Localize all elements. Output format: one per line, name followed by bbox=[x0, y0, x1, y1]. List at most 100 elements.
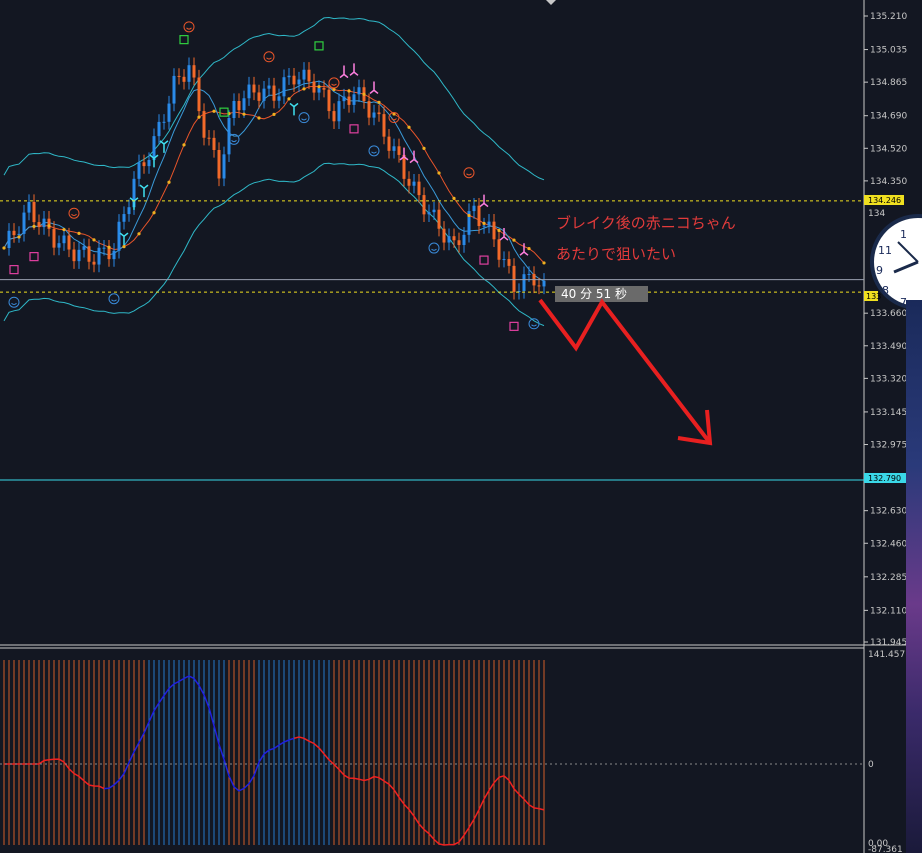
candle-body bbox=[457, 240, 461, 246]
candle-body bbox=[497, 239, 501, 260]
candle-body bbox=[252, 84, 256, 93]
candle-body bbox=[222, 154, 226, 179]
smiley-mouth bbox=[111, 299, 117, 302]
green-square-icon bbox=[179, 35, 189, 45]
candle-body bbox=[322, 88, 326, 90]
smiley-mouth bbox=[231, 139, 237, 143]
ma-dot bbox=[437, 171, 441, 175]
candle-body bbox=[127, 207, 131, 215]
candle-body bbox=[57, 243, 61, 248]
candle-body bbox=[52, 228, 56, 248]
arrow-up-icon bbox=[139, 184, 149, 198]
scroll-caret-icon[interactable] bbox=[546, 0, 556, 5]
candle-body bbox=[142, 162, 146, 167]
candle-body bbox=[262, 88, 266, 101]
candle-body bbox=[162, 121, 166, 123]
candle-body bbox=[177, 75, 181, 77]
red-smiley-icon bbox=[263, 51, 275, 63]
candle-body bbox=[367, 101, 371, 118]
candle-body bbox=[22, 212, 26, 234]
candle-body bbox=[17, 233, 21, 236]
price-axis-label: 134.690 bbox=[870, 112, 907, 122]
candle-body bbox=[372, 112, 376, 118]
arrow-up-icon bbox=[119, 232, 129, 246]
candle-body bbox=[187, 65, 191, 82]
candle-body bbox=[107, 247, 111, 260]
candle-body bbox=[82, 246, 86, 250]
smiley-mouth bbox=[531, 324, 537, 327]
countdown-text: 40 分 51 秒 bbox=[561, 287, 627, 301]
candle-body bbox=[37, 222, 41, 228]
red-smiley-icon bbox=[463, 167, 475, 179]
candle-body bbox=[342, 96, 346, 102]
ma-dot bbox=[497, 228, 501, 233]
pink-square-icon bbox=[349, 124, 359, 134]
annotation-line-2: あたりで狙いたい bbox=[556, 245, 676, 263]
ma-dot bbox=[302, 87, 306, 91]
arrow-down-icon bbox=[369, 81, 379, 95]
ma-dot bbox=[47, 224, 51, 228]
candle-body bbox=[67, 235, 71, 250]
support-price-tag: 132.790 bbox=[864, 473, 906, 483]
ma-dot bbox=[512, 238, 516, 242]
candle-body bbox=[202, 111, 206, 138]
projection-arrow[interactable] bbox=[538, 298, 713, 446]
blue-smiley-icon bbox=[108, 293, 120, 305]
candle-body bbox=[452, 236, 456, 241]
current-price-tag-text: 134.246 bbox=[868, 196, 901, 205]
support-price-tag-text: 132.790 bbox=[868, 474, 901, 483]
candle-body bbox=[297, 79, 301, 85]
svg-text:1: 1 bbox=[900, 228, 907, 241]
candle-body bbox=[257, 92, 261, 101]
trading-chart[interactable]: 135.210 135.035 134.865 134.690 134.520 134.3… bbox=[0, 0, 922, 853]
svg-text:11: 11 bbox=[878, 244, 892, 257]
candle-body bbox=[392, 146, 396, 151]
ma-dot bbox=[197, 115, 201, 119]
candle-body bbox=[117, 221, 121, 251]
ma-dot bbox=[212, 109, 216, 113]
price-axis-label: 133.490 bbox=[870, 342, 907, 352]
price-axis-label: 132.110 bbox=[870, 606, 907, 616]
ma-dot bbox=[152, 211, 156, 215]
candle-body bbox=[247, 84, 251, 99]
smiley-mouth bbox=[431, 248, 437, 251]
ma-dot bbox=[272, 112, 276, 116]
candle-body bbox=[347, 96, 351, 105]
ma-dot bbox=[362, 92, 366, 96]
candle-body bbox=[102, 247, 106, 249]
candle-body bbox=[512, 265, 516, 292]
candle-body bbox=[182, 76, 186, 82]
ma-dot bbox=[257, 116, 261, 120]
smiley-mouth bbox=[331, 83, 337, 86]
candle-body bbox=[282, 77, 286, 97]
osc-max-label: 141.4577 bbox=[868, 650, 911, 660]
candle-body bbox=[397, 146, 401, 155]
smiley-mouth bbox=[71, 213, 77, 216]
ma-dot bbox=[377, 100, 381, 104]
oscillator-pane bbox=[3, 660, 545, 846]
background-image-strip bbox=[906, 300, 922, 853]
candle-body bbox=[77, 249, 81, 262]
candle-body bbox=[472, 205, 476, 212]
candle-body bbox=[377, 112, 381, 115]
candle-body bbox=[477, 205, 481, 227]
candle-body bbox=[427, 212, 431, 215]
price-axis-label: 134.865 bbox=[870, 78, 907, 88]
ma-dot bbox=[287, 97, 291, 101]
candle-body bbox=[302, 69, 306, 80]
candle-body bbox=[217, 149, 221, 179]
price-pane bbox=[2, 16, 546, 331]
candle-body bbox=[492, 221, 496, 240]
candle-body bbox=[277, 96, 281, 101]
candle-body bbox=[97, 247, 101, 265]
red-smiley-icon bbox=[68, 207, 80, 219]
svg-text:8: 8 bbox=[882, 284, 889, 297]
candle-body bbox=[417, 181, 421, 196]
price-axis-labels: 135.210 135.035 134.865 134.690 134.520 134.3… bbox=[864, 12, 907, 648]
red-smiley-icon bbox=[328, 77, 340, 89]
candle-body bbox=[237, 101, 241, 111]
candle-body bbox=[197, 77, 201, 112]
candle-body bbox=[542, 280, 546, 287]
ma-dot bbox=[542, 261, 546, 265]
smiley-mouth bbox=[466, 173, 472, 176]
